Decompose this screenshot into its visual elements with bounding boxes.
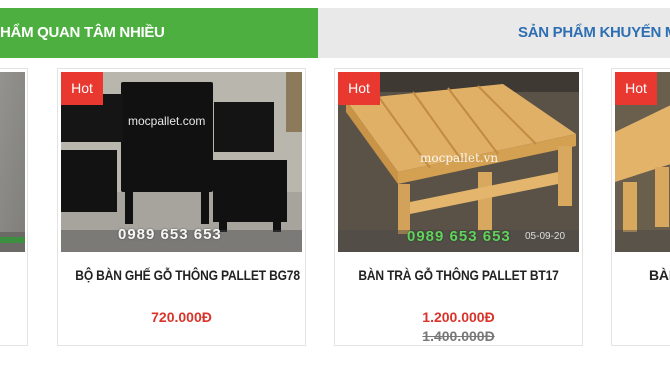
phone-watermark: 0989 653 653 [407,228,511,245]
product-name[interactable]: BÀN TRÀ GỖ THÔNG PALLET BT17 [352,267,564,283]
product-old-price: 1.400.000Đ [422,328,495,344]
tab-popular-products-label: HẨM QUAN TÂM NHIỀU [0,24,165,41]
product-price: 1.200.000Đ [422,309,495,325]
tab-promotional-products-label: SẢN PHẨM KHUYẾN MẠI [518,24,670,41]
watermark-text: mocpallet.vn [420,151,499,165]
product-photo-concrete [0,72,25,252]
hot-badge: Hot [61,72,103,105]
watermark-text: mocpallet.com [128,114,206,128]
hot-badge: Hot [615,72,657,105]
product-name[interactable]: BÀN [649,267,670,283]
product-card[interactable]: Hot mocpallet.com 0989 653 653 BỘ BÀN GH… [57,68,306,346]
hot-badge: Hot [338,72,380,105]
product-name[interactable]: BỘ BÀN GHẾ GỖ THÔNG PALLET BG78 [75,267,300,283]
product-price: 720.000Đ [151,309,212,325]
product-card[interactable] [0,68,28,346]
phone-watermark: 0989 653 653 [118,226,222,243]
product-image[interactable] [0,72,25,252]
product-card[interactable]: Hot BÀN [611,68,670,346]
product-card[interactable]: Hot mocpallet.vn 0989 653 653 05-09-20 B… [334,68,583,346]
photo-date-stamp: 05-09-20 [525,231,566,242]
